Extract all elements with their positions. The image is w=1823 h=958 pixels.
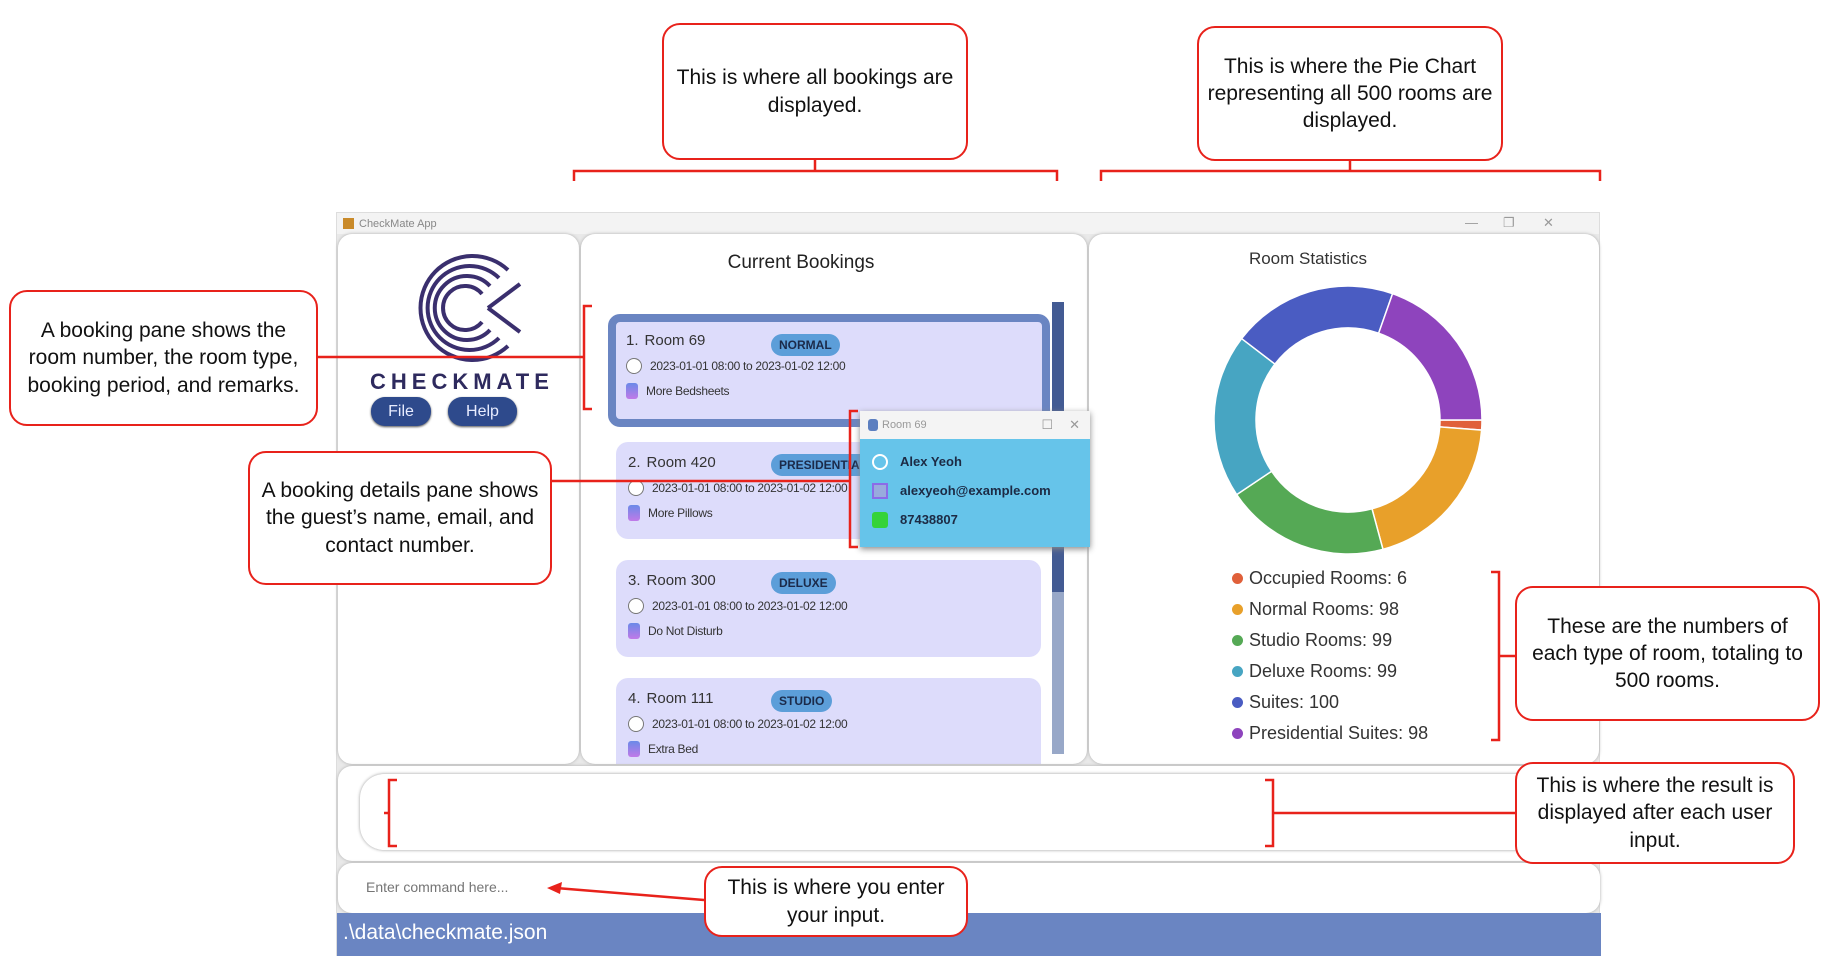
- window-title: CheckMate App: [359, 217, 437, 230]
- guest-email: alexyeoh@example.com: [900, 483, 1051, 498]
- details-close-button[interactable]: ✕: [1069, 417, 1080, 433]
- legend-label: Presidential Suites: 98: [1249, 723, 1429, 743]
- annotation-booking-pane: A booking pane shows the room number, th…: [9, 290, 318, 426]
- chart-title: Room Statistics: [1248, 249, 1368, 268]
- donut-slice-deluxe-rooms: [1213, 337, 1277, 496]
- legend-item: Studio Rooms: 99: [1232, 625, 1428, 656]
- command-box: [338, 863, 1600, 913]
- booking-room: Room 69: [644, 332, 706, 349]
- guest-name: Alex Yeoh: [900, 454, 962, 469]
- file-button[interactable]: File: [371, 397, 431, 426]
- person-icon: [872, 453, 888, 470]
- legend-label: Occupied Rooms: 6: [1249, 568, 1408, 588]
- room-type-badge: STUDIO: [771, 690, 833, 712]
- donut-slice-studio-rooms: [1235, 470, 1384, 555]
- annotation-bookings: This is where all bookings are displayed…: [662, 23, 968, 160]
- annotation-pie: This is where the Pie Chart representing…: [1197, 26, 1503, 161]
- annotation-details-pane: A booking details pane shows the guest’s…: [248, 451, 552, 585]
- legend-label: Suites: 100: [1249, 692, 1340, 712]
- clock-icon: [626, 358, 642, 374]
- legend-item: Presidential Suites: 98: [1232, 718, 1428, 749]
- phone-icon: [872, 511, 888, 528]
- legend-label: Normal Rooms: 98: [1249, 599, 1400, 619]
- donut-slice-suites: [1240, 285, 1394, 366]
- legend-item: Occupied Rooms: 6: [1232, 563, 1428, 594]
- chart-legend: Occupied Rooms: 6 Normal Rooms: 98 Studio …: [1232, 563, 1428, 749]
- data-file-path: .\data\checkmate.json: [343, 921, 548, 944]
- booking-remark: Do Not Disturb: [648, 624, 723, 638]
- details-maximize-button[interactable]: ☐: [1041, 417, 1053, 433]
- room-type-badge: NORMAL: [771, 334, 840, 356]
- guest-phone: 87438807: [900, 512, 958, 527]
- email-icon: [872, 482, 888, 499]
- booking-room: Room 300: [646, 572, 716, 589]
- annotation-result: This is where the result is displayed af…: [1515, 762, 1795, 864]
- booking-room: Room 420: [646, 454, 716, 471]
- checkmate-logo: [418, 254, 522, 362]
- clock-icon: [628, 716, 644, 732]
- remark-icon: [628, 623, 640, 639]
- remark-icon: [626, 383, 638, 399]
- legend-item: Deluxe Rooms: 99: [1232, 656, 1428, 687]
- booking-card[interactable]: 4. Room 111 STUDIO 2023-01-01 08:00 to 20…: [616, 678, 1041, 764]
- remark-icon: [628, 505, 640, 521]
- result-container: [338, 766, 1600, 861]
- booking-index: 2.: [628, 454, 641, 471]
- bookings-title: Current Bookings: [727, 252, 875, 273]
- booking-remark: More Bedsheets: [646, 384, 730, 398]
- booking-index: 3.: [628, 572, 641, 589]
- room-icon: [868, 419, 878, 431]
- result-display: [360, 774, 1600, 850]
- room-type-badge: DELUXE: [771, 572, 836, 594]
- app-icon: [343, 218, 354, 229]
- clock-icon: [628, 598, 644, 614]
- annotation-input: This is where you enter your input.: [704, 866, 968, 937]
- details-title: Room 69: [882, 419, 927, 431]
- maximize-button[interactable]: ❐: [1503, 215, 1515, 231]
- donut-slice-normal-rooms: [1371, 426, 1483, 551]
- booking-period: 2023-01-01 08:00 to 2023-01-02 12:00: [652, 481, 848, 495]
- booking-period: 2023-01-01 08:00 to 2023-01-02 12:00: [652, 599, 848, 613]
- annotation-numbers: These are the numbers of each type of ro…: [1515, 586, 1820, 721]
- booking-remark: More Pillows: [648, 506, 713, 520]
- booking-index: 4.: [628, 690, 641, 707]
- minimize-button[interactable]: —: [1465, 215, 1478, 230]
- help-button[interactable]: Help: [448, 397, 517, 426]
- room-donut-chart: [1213, 285, 1483, 555]
- booking-details-window: Room 69 ☐ ✕ Alex Yeoh alexyeoh@example.c…: [860, 411, 1090, 547]
- booking-room: Room 111: [646, 690, 714, 707]
- legend-dot: [1232, 635, 1243, 646]
- booking-card[interactable]: 3. Room 300 DELUXE 2023-01-01 08:00 to 20…: [616, 560, 1041, 657]
- legend-dot: [1232, 604, 1243, 615]
- legend-dot: [1232, 573, 1243, 584]
- legend-item: Normal Rooms: 98: [1232, 594, 1428, 625]
- remark-icon: [628, 741, 640, 757]
- legend-dot: [1232, 728, 1243, 739]
- clock-icon: [628, 480, 644, 496]
- legend-dot: [1232, 697, 1243, 708]
- close-button[interactable]: ✕: [1543, 215, 1554, 231]
- details-title-bar: Room 69 ☐ ✕: [860, 411, 1090, 439]
- booking-period: 2023-01-01 08:00 to 2023-01-02 12:00: [652, 717, 848, 731]
- status-bar: .\data\checkmate.json: [337, 913, 1601, 956]
- logo-text: CHECKMATE: [370, 369, 554, 394]
- legend-label: Studio Rooms: 99: [1249, 630, 1393, 650]
- legend-label: Deluxe Rooms: 99: [1249, 661, 1398, 681]
- title-bar: CheckMate App: [337, 213, 1599, 234]
- booking-remark: Extra Bed: [648, 742, 698, 756]
- booking-index: 1.: [626, 332, 639, 349]
- legend-dot: [1232, 666, 1243, 677]
- legend-item: Suites: 100: [1232, 687, 1428, 718]
- donut-slice-presidential-suites: [1377, 292, 1483, 421]
- booking-period: 2023-01-01 08:00 to 2023-01-02 12:00: [650, 359, 846, 373]
